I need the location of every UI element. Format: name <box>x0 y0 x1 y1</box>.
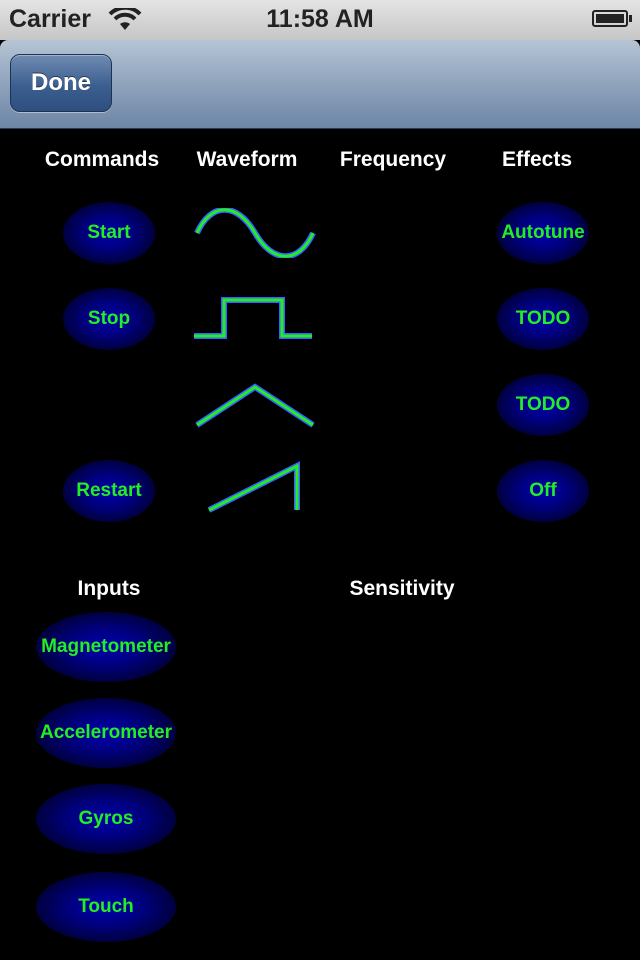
accelerometer-label: Accelerometer <box>39 722 173 743</box>
accelerometer-button[interactable]: Accelerometer <box>36 698 176 768</box>
magnetometer-button[interactable]: Magnetometer <box>36 612 176 682</box>
start-button[interactable]: Start <box>63 202 155 264</box>
start-label: Start <box>87 222 131 243</box>
restart-label: Restart <box>76 480 142 501</box>
header-inputs: Inputs <box>77 577 141 600</box>
navigation-bar: Done <box>0 40 640 129</box>
status-bar: Carrier 11:58 AM <box>0 0 640 40</box>
battery-tip <box>629 15 632 22</box>
done-button[interactable]: Done <box>10 54 112 112</box>
todo-button-1[interactable]: TODO <box>497 288 589 350</box>
stop-button[interactable]: Stop <box>63 288 155 350</box>
header-sensitivity: Sensitivity <box>349 577 455 600</box>
gyros-label: Gyros <box>78 808 134 829</box>
todo-label-2: TODO <box>515 394 571 415</box>
status-time: 11:58 AM <box>266 5 374 33</box>
gyros-button[interactable]: Gyros <box>36 784 176 854</box>
touch-button[interactable]: Touch <box>36 872 176 942</box>
magnetometer-label: Magnetometer <box>41 636 171 657</box>
sawtooth-wave-icon[interactable] <box>205 460 305 514</box>
off-label: Off <box>529 480 557 501</box>
header-waveform: Waveform <box>196 148 298 171</box>
off-button[interactable]: Off <box>497 460 589 522</box>
header-frequency: Frequency <box>339 148 447 171</box>
sine-wave-icon[interactable] <box>193 208 317 258</box>
triangle-wave-icon[interactable] <box>193 381 317 429</box>
battery-icon <box>592 10 628 27</box>
touch-label: Touch <box>78 896 134 917</box>
autotune-label: Autotune <box>501 222 585 243</box>
header-commands: Commands <box>44 148 160 171</box>
square-wave-icon[interactable] <box>192 292 316 346</box>
stop-label: Stop <box>87 308 131 329</box>
todo-button-2[interactable]: TODO <box>497 374 589 436</box>
autotune-button[interactable]: Autotune <box>497 202 589 264</box>
todo-label-1: TODO <box>515 308 571 329</box>
restart-button[interactable]: Restart <box>63 460 155 522</box>
header-effects: Effects <box>501 148 573 171</box>
